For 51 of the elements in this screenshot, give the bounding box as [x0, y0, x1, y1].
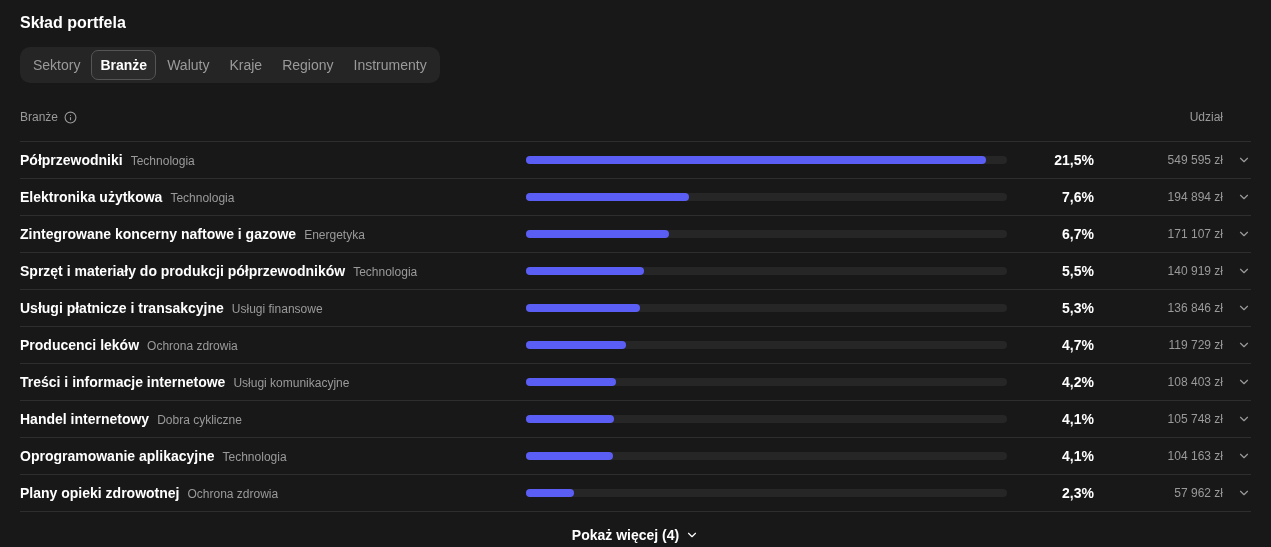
share-value: 108 403 zł	[1166, 375, 1223, 389]
tab[interactable]: Instrumenty	[344, 50, 436, 80]
share-percent: 4,7%	[1061, 337, 1094, 353]
tab[interactable]: Sektory	[24, 50, 90, 80]
sector-label: Technologia	[130, 154, 195, 168]
share-value: 105 748 zł	[1166, 412, 1223, 426]
industry-name: Oprogramowanie aplikacyjne	[20, 448, 215, 464]
share-percent: 2,3%	[1061, 485, 1094, 501]
industry-name: Elektronika użytkowa	[20, 189, 163, 205]
industry-name: Treści i informacje internetowe	[20, 374, 226, 390]
share-value: 549 595 zł	[1166, 153, 1223, 167]
share-percent: 7,6%	[1061, 189, 1094, 205]
sector-label: Usługi finansowe	[231, 302, 323, 316]
share-percent: 4,1%	[1061, 411, 1094, 427]
share-percent: 5,5%	[1061, 263, 1094, 279]
share-percent: 21,5%	[1053, 152, 1094, 168]
industry-name: Producenci leków	[20, 337, 140, 353]
share-value: 136 846 zł	[1166, 301, 1223, 315]
industry-name: Zintegrowane koncerny naftowe i gazowe	[20, 226, 297, 242]
industry-name: Handel internetowy	[20, 411, 150, 427]
tab[interactable]: Branże	[91, 50, 157, 80]
tab[interactable]: Waluty	[158, 50, 219, 80]
share-value: 119 729 zł	[1167, 338, 1223, 352]
share-percent: 4,2%	[1061, 374, 1094, 390]
industry-name: Półprzewodniki	[20, 152, 123, 168]
sector-label: Usługi komunikacyjne	[233, 376, 350, 390]
sector-label: Technologia	[222, 450, 287, 464]
share-value: 104 163 zł	[1166, 449, 1223, 463]
industry-name: Usługi płatnicze i transakcyjne	[20, 300, 224, 316]
sector-label: Ochrona zdrowia	[147, 339, 238, 353]
info-icon[interactable]	[64, 110, 78, 124]
section-title: Skład portfela	[20, 13, 127, 33]
column-header: Branże	[20, 110, 59, 124]
share-value: 57 962 zł	[1173, 486, 1223, 500]
tab[interactable]: Kraje	[220, 50, 272, 80]
tab[interactable]: Regiony	[273, 50, 343, 80]
sector-label: Technologia	[353, 265, 418, 279]
share-percent: 4,1%	[1061, 448, 1094, 464]
share-value: 140 919 zł	[1166, 264, 1223, 278]
share-value: 171 107 zł	[1166, 227, 1223, 241]
column-header: Udział	[1189, 110, 1223, 124]
sector-label: Dobra cykliczne	[157, 413, 242, 427]
sector-label: Technologia	[170, 191, 235, 205]
sector-label: Energetyka	[304, 228, 365, 242]
industry-name: Plany opieki zdrowotnej	[20, 485, 180, 501]
share-percent: 5,3%	[1061, 300, 1094, 316]
sector-label: Ochrona zdrowia	[187, 487, 279, 501]
share-value: 194 894 zł	[1166, 190, 1223, 204]
industry-name: Sprzęt i materiały do produkcji półprzewodników	[20, 263, 346, 279]
show-more-button[interactable]: Pokaż więcej (4)	[565, 526, 706, 544]
share-percent: 6,7%	[1061, 226, 1094, 242]
